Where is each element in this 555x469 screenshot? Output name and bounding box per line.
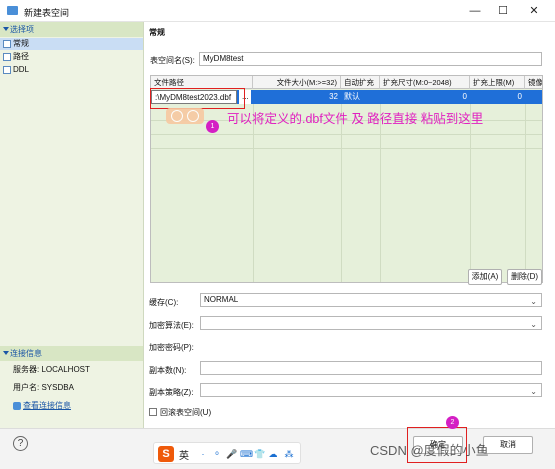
microphone-icon[interactable]: 🎤 <box>226 449 237 459</box>
sidebar: 选择项 常规 路径 DDL 连接信息 服务器: LOCALHOST 用户名: S… <box>0 22 144 428</box>
server-info: 服务器: LOCALHOST <box>13 365 90 374</box>
chevron-down-icon: ⌄ <box>530 387 537 396</box>
annotation-badge-2: 2 <box>446 416 459 429</box>
annotation-note: 可以将定义的.dbf文件 及 路径直接 粘贴到这里 <box>227 112 484 126</box>
tablespace-name-label: 表空间名(S): <box>150 56 195 65</box>
sogou-icon[interactable]: S <box>158 446 174 462</box>
section-title: 常规 <box>149 28 165 37</box>
help-icon[interactable]: ? <box>13 436 28 451</box>
grid-line <box>151 134 542 135</box>
annotation-badge-1: 1 <box>206 120 219 133</box>
connection-section-header[interactable]: 连接信息 <box>0 346 143 361</box>
punctuation-icon[interactable]: · <box>198 449 208 459</box>
view-connection-link[interactable]: 查看连接信息 <box>0 397 143 415</box>
cancel-button[interactable]: 取消 <box>483 436 533 454</box>
more-icon[interactable]: ⁂ <box>284 449 294 459</box>
minimize-button[interactable]: — <box>461 3 489 19</box>
page-icon <box>3 40 11 48</box>
replica-count-label: 副本数(N): <box>149 366 187 375</box>
cache-label: 缓存(C): <box>149 298 179 307</box>
delete-button[interactable]: 删除(D) <box>507 269 542 285</box>
sidebar-item-ddl[interactable]: DDL <box>0 64 143 76</box>
grid-line <box>341 104 342 282</box>
ime-toolbar: S 英 · ͦ 🎤 ⌨ 👕 ☁ ⁂ <box>153 442 301 464</box>
replica-policy-select[interactable]: ⌄ <box>200 383 542 397</box>
col-mirror[interactable]: 镜像 <box>525 76 542 89</box>
annotation-box-1 <box>150 88 245 109</box>
chevron-down-icon: ⌄ <box>530 297 537 306</box>
page-icon <box>3 53 11 61</box>
maximize-button[interactable]: ☐ <box>489 3 517 19</box>
cloud-icon[interactable]: ☁ <box>268 449 278 459</box>
replica-policy-label: 副本策略(Z): <box>149 388 194 397</box>
options-section-header[interactable]: 选择项 <box>0 22 143 37</box>
grid-line <box>151 148 542 149</box>
collapse-triangle-icon <box>3 27 9 31</box>
main-panel: 常规 表空间名(S): MyDM8test 文件路径 文件大小(M:>=32) … <box>149 28 543 417</box>
file-size-cell[interactable]: 32 <box>253 90 341 104</box>
col-extend-max[interactable]: 扩充上限(M) <box>470 76 525 89</box>
col-extend-size[interactable]: 扩充尺寸(M:0~2048) <box>380 76 470 89</box>
keyboard-icon[interactable]: ⌨ <box>240 449 253 459</box>
close-button[interactable]: ✕ <box>520 3 548 19</box>
connection-icon <box>13 402 21 410</box>
ocr-badge <box>166 108 204 124</box>
cache-select[interactable]: NORMAL ⌄ <box>200 293 542 307</box>
grid-line <box>253 104 254 282</box>
watermark: CSDN @度假的小鱼 <box>370 443 489 458</box>
extend-max-cell[interactable]: 0 <box>470 90 525 104</box>
ime-language[interactable]: 英 <box>179 447 189 462</box>
grid-line <box>380 104 381 282</box>
app-icon <box>7 6 18 15</box>
sidebar-item-general[interactable]: 常规 <box>0 38 143 50</box>
window-title: 新建表空间 <box>24 8 70 18</box>
sidebar-item-path[interactable]: 路径 <box>0 51 143 63</box>
chevron-down-icon: ⌄ <box>530 320 537 329</box>
add-button[interactable]: 添加(A) <box>468 269 502 285</box>
user-info: 用户名: SYSDBA <box>13 383 74 392</box>
connection-info: 连接信息 服务器: LOCALHOST 用户名: SYSDBA 查看连接信息 <box>0 346 143 415</box>
half-width-icon[interactable]: ͦ <box>212 449 222 459</box>
auto-extend-cell[interactable]: 默认 <box>341 90 380 104</box>
col-file-size[interactable]: 文件大小(M:>=32) <box>253 76 341 89</box>
skin-icon[interactable]: 👕 <box>254 449 265 459</box>
extend-size-cell[interactable]: 0 <box>380 90 470 104</box>
encrypt-algorithm-label: 加密算法(E): <box>149 321 194 330</box>
collapse-triangle-icon <box>3 351 9 355</box>
mirror-cell[interactable] <box>525 90 542 104</box>
encrypt-algorithm-select[interactable]: ⌄ <box>200 316 542 330</box>
tablespace-name-input[interactable]: MyDM8test <box>199 52 542 66</box>
col-auto-extend[interactable]: 自动扩充 <box>341 76 380 89</box>
grid-line <box>525 104 526 282</box>
encrypt-password-label: 加密密码(P): <box>149 343 194 352</box>
grid-line <box>470 104 471 282</box>
page-icon <box>3 66 11 74</box>
title-bar: 新建表空间 — ☐ ✕ <box>0 0 555 22</box>
replica-count-input[interactable] <box>200 361 542 375</box>
checkbox-box <box>149 408 157 416</box>
